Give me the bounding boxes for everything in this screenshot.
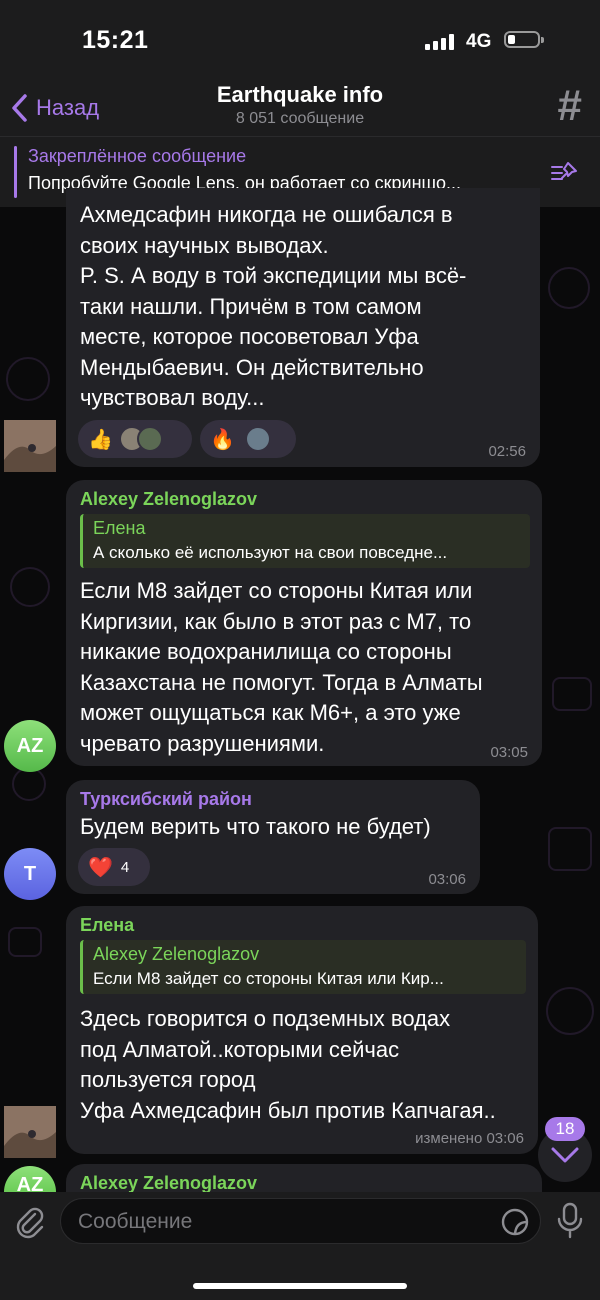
- avatar-initials: AZ: [16, 734, 44, 757]
- message-text: Здесь говорится о подземных водах под Ал…: [80, 1004, 496, 1126]
- sender-name[interactable]: Alexey Zelenoglazov: [80, 489, 257, 510]
- reply-author: Alexey Zelenoglazov: [93, 944, 260, 964]
- reaction-heart[interactable]: ❤️ 4: [78, 848, 150, 886]
- message-time: изменено 03:06: [415, 1130, 524, 1147]
- message-line: Здесь говорится о подземных водах: [80, 1006, 451, 1031]
- sender-name[interactable]: Елена: [80, 915, 134, 936]
- background-doodle: [12, 767, 46, 801]
- message-line: Уфа Ахмедсафин был против Капчагая..: [80, 1097, 496, 1123]
- hashtag-icon[interactable]: #: [558, 84, 582, 128]
- chat-header: Назад Earthquake info 8 051 сообщение #: [0, 80, 600, 137]
- reaction-emoji: ❤️: [88, 856, 113, 879]
- reply-preview[interactable]: Елена А сколько её используют на свои по…: [80, 514, 530, 568]
- message-line: Ахмедсафин никогда не ошибался в: [80, 202, 453, 227]
- reply-text: А сколько её используют на свои повседне…: [93, 543, 448, 562]
- chat-title[interactable]: Earthquake info: [0, 82, 600, 108]
- scroll-down-icon: [551, 1147, 579, 1163]
- message-line: Казахстана не помогут. Тогда в Алматы: [80, 669, 483, 695]
- background-doodle: [10, 567, 50, 607]
- message-text: Если М8 зайдет со стороны Китая или Кирг…: [80, 576, 483, 759]
- battery-icon: [504, 31, 544, 48]
- message-bubble[interactable]: Елена Alexey Zelenoglazov Если М8 зайдет…: [66, 906, 538, 1154]
- reaction-thumbs-up[interactable]: 👍: [78, 420, 192, 458]
- message-line: Мендыбаевич. Он действительно: [80, 354, 424, 380]
- message-input-bar: Сообщение: [0, 1192, 600, 1300]
- background-doodle: [546, 987, 594, 1035]
- message-bubble[interactable]: Турксибский район Будем верить что таког…: [66, 780, 480, 894]
- sticker-icon[interactable]: [500, 1207, 530, 1237]
- message-line: своих научных выводах.: [80, 232, 329, 258]
- message-line: никакие водохранилища со стороны: [80, 639, 452, 664]
- avatar[interactable]: T: [4, 848, 56, 900]
- message-time: 03:05: [490, 744, 528, 761]
- message-time: 03:06: [428, 871, 466, 888]
- message-line: под Алматой..которыми сейчас: [80, 1036, 400, 1062]
- message-bubble[interactable]: Alexey Zelenoglazov: [66, 1164, 542, 1192]
- home-indicator: [193, 1283, 407, 1289]
- reaction-emoji: 👍: [88, 428, 113, 451]
- reply-text: Если М8 зайдет со стороны Китая или Кир.…: [93, 969, 444, 988]
- message-line: таки нашли. Причём в том самом: [80, 293, 422, 319]
- message-line: Будем верить что такого не будет): [80, 814, 431, 839]
- signal-icon: [425, 34, 457, 50]
- network-type: 4G: [466, 31, 492, 52]
- reaction-fire[interactable]: 🔥: [200, 420, 296, 458]
- reply-preview[interactable]: Alexey Zelenoglazov Если М8 зайдет со ст…: [80, 940, 526, 994]
- background-doodle: [8, 927, 42, 957]
- background-doodle: [548, 267, 590, 309]
- message-text: Будем верить что такого не будет): [80, 812, 431, 843]
- status-time: 15:21: [82, 26, 149, 54]
- message-line: P. S. А воду в той экспедиции мы всё-: [80, 263, 467, 288]
- reactor-avatar: [244, 426, 271, 452]
- avatar-photo: [4, 420, 56, 472]
- message-time: 02:56: [488, 443, 526, 460]
- avatar[interactable]: AZ: [4, 720, 56, 772]
- status-bar: 15:21 4G: [0, 0, 600, 80]
- message-line: чувствовал воду...: [80, 385, 265, 410]
- message-line: пользуется город: [80, 1067, 256, 1092]
- avatar-photo: [4, 1106, 56, 1158]
- avatar[interactable]: [4, 1106, 56, 1158]
- pinned-indicator: [14, 146, 17, 198]
- message-bubble[interactable]: Ахмедсафин никогда не ошибался в своих н…: [66, 188, 540, 467]
- message-text: Ахмедсафин никогда не ошибался в своих н…: [80, 200, 466, 414]
- background-doodle: [548, 827, 592, 871]
- message-bubble[interactable]: Alexey Zelenoglazov Елена А сколько её и…: [66, 480, 542, 766]
- background-doodle: [6, 357, 50, 401]
- message-line: месте, которое посоветовал Уфа: [80, 324, 419, 349]
- message-line: может ощущаться как М6+, а это уже: [80, 700, 461, 725]
- unread-badge: 18: [545, 1117, 585, 1141]
- attach-icon[interactable]: [12, 1204, 48, 1240]
- background-doodle: [552, 677, 592, 711]
- reaction-count: 4: [120, 858, 130, 876]
- avatar[interactable]: [4, 420, 56, 472]
- pin-list-icon[interactable]: [550, 159, 580, 185]
- reply-author: Елена: [93, 518, 146, 538]
- message-line: Если М8 зайдет со стороны Китая или: [80, 578, 473, 603]
- message-input[interactable]: Сообщение: [60, 1198, 541, 1244]
- message-line: чревато разрушениями.: [80, 730, 325, 756]
- message-line: Киргизии, как было в этот раз с М7, то: [80, 608, 472, 634]
- reaction-emoji: 🔥: [210, 428, 235, 451]
- message-placeholder: Сообщение: [78, 1210, 193, 1233]
- avatar-initials: AZ: [16, 1174, 44, 1192]
- microphone-icon[interactable]: [556, 1202, 584, 1240]
- chat-subtitle: 8 051 сообщение: [235, 110, 365, 127]
- reactor-avatar: [136, 426, 163, 452]
- avatar-initials: T: [23, 862, 37, 885]
- sender-name[interactable]: Турксибский район: [80, 789, 252, 810]
- sender-name[interactable]: Alexey Zelenoglazov: [80, 1173, 257, 1192]
- pinned-title: Закреплённое сообщение: [28, 146, 247, 166]
